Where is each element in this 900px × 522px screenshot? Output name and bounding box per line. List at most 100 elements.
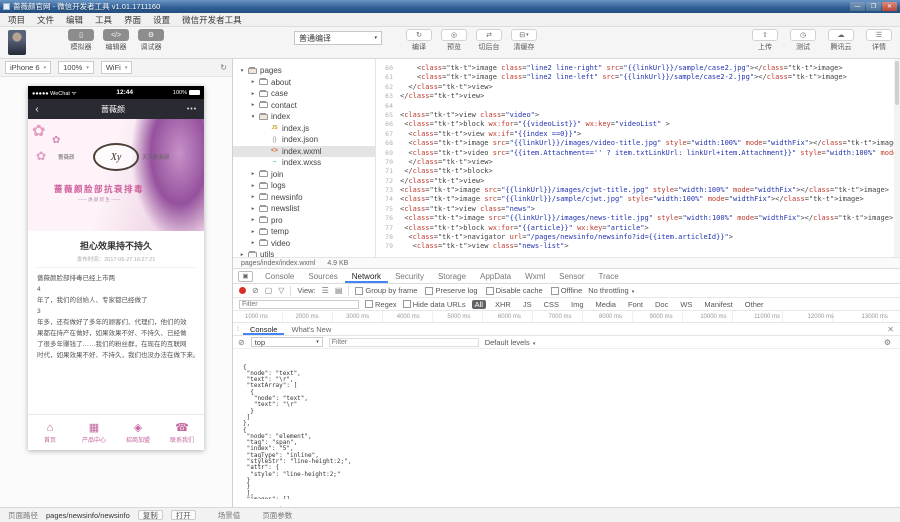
clear-console-icon[interactable]: ⊘ <box>238 338 245 347</box>
console-tab[interactable]: Console <box>243 323 285 335</box>
tree-item-index.wxml[interactable]: <> index.wxml <box>233 145 375 157</box>
network-select[interactable]: WiFi ▾ <box>100 61 133 74</box>
code-line[interactable]: 71 </class="tk-t">block> <box>376 167 900 176</box>
code-line[interactable]: 61 <class="tk-t">image class="line2 line… <box>376 73 900 82</box>
refresh-icon[interactable]: ↻ <box>220 63 227 72</box>
tree-item-index[interactable]: ▾ index <box>233 111 375 123</box>
phone-tab[interactable]: ▦ 产品中心 <box>72 415 116 450</box>
grid-view-icon[interactable]: ▤ <box>335 286 343 295</box>
list-view-icon[interactable]: ☰ <box>322 286 329 295</box>
network-checkbox[interactable]: Offline <box>551 286 583 295</box>
tree-item-video[interactable]: ▸ video <box>233 238 375 250</box>
debugger-tab[interactable]: Wxml <box>518 269 552 283</box>
tree-item-newsinfo[interactable]: ▸ newsinfo <box>233 192 375 204</box>
request-type-chip[interactable]: Other <box>742 300 767 309</box>
tree-item-utils[interactable]: ▸ utils <box>233 249 375 257</box>
expand-arrow-icon[interactable]: ▸ <box>250 183 256 189</box>
maximize-button[interactable]: ❐ <box>866 2 881 11</box>
request-type-chip[interactable]: Media <box>593 300 619 309</box>
expand-arrow-icon[interactable]: ▸ <box>250 171 256 177</box>
toolbar-action-button[interactable]: ☰ 详情 <box>866 29 892 52</box>
tree-item-newslist[interactable]: ▸ newslist <box>233 203 375 215</box>
debugger-tab[interactable]: Trace <box>592 269 626 283</box>
tree-item-temp[interactable]: ▸ temp <box>233 226 375 238</box>
regex-checkbox[interactable]: Regex <box>365 300 397 309</box>
debugger-tab[interactable]: AppData <box>473 269 518 283</box>
toolbar-action-button[interactable]: ↻ 编译 <box>406 29 432 52</box>
tree-item-index.json[interactable]: {} index.json <box>233 134 375 146</box>
throttling-select[interactable]: No throttling ▾ <box>588 286 634 295</box>
menu-item[interactable]: 设置 <box>147 13 176 26</box>
console-tab[interactable]: What's New <box>284 323 338 335</box>
code-line[interactable]: 67 <class="tk-t">view wx:if="{{index ==0… <box>376 130 900 139</box>
scrollbar-thumb[interactable] <box>895 61 899 105</box>
tree-item-join[interactable]: ▸ join <box>233 169 375 181</box>
request-type-chip[interactable]: Manifest <box>701 300 735 309</box>
mode-button[interactable]: </> 编辑器 <box>103 29 129 52</box>
menu-item[interactable]: 微信开发者工具 <box>176 13 248 26</box>
zoom-select[interactable]: 100% ▾ <box>58 61 94 74</box>
expand-arrow-icon[interactable]: ▾ <box>239 68 245 74</box>
code-editor[interactable]: 60 <class="tk-t">image class="line2 line… <box>376 59 900 257</box>
phone-tab[interactable]: ☎ 联系我们 <box>160 415 204 450</box>
menu-item[interactable]: 文件 <box>31 13 60 26</box>
network-checkbox[interactable]: Disable cache <box>486 286 543 295</box>
mode-button[interactable]: ⚙ 调试器 <box>138 29 164 52</box>
tree-item-pro[interactable]: ▸ pro <box>233 215 375 227</box>
copy-path-button[interactable]: 复制 <box>137 510 163 520</box>
toolbar-action-button[interactable]: ⇧ 上传 <box>752 29 778 52</box>
tree-item-about[interactable]: ▸ about <box>233 77 375 89</box>
minimize-button[interactable]: — <box>850 2 865 11</box>
network-filter-input[interactable] <box>239 299 359 309</box>
hide-data-urls-checkbox[interactable]: Hide data URLs <box>403 300 466 309</box>
expand-arrow-icon[interactable]: ▸ <box>250 102 256 108</box>
expand-arrow-icon[interactable]: ▸ <box>250 91 256 97</box>
close-button[interactable]: ✕ <box>882 2 897 11</box>
request-type-chip[interactable]: All <box>471 299 486 309</box>
code-line[interactable]: 76 <class="tk-t">image src="{{linkUrl}}/… <box>376 214 900 223</box>
expand-arrow-icon[interactable]: ▸ <box>250 206 256 212</box>
request-type-chip[interactable]: Font <box>625 300 646 309</box>
phone-tab[interactable]: ⌂ 首页 <box>28 415 72 450</box>
debugger-tab[interactable]: Sensor <box>552 269 591 283</box>
code-line[interactable]: 68 <class="tk-t">image src="{{linkUrl}}/… <box>376 139 900 148</box>
drawer-grip-icon[interactable]: ⁞ <box>233 326 243 333</box>
debugger-tab[interactable]: Sources <box>301 269 344 283</box>
code-line[interactable]: 73 <class="tk-t">image src="{{linkUrl}}/i… <box>376 186 900 195</box>
console-prompt-row[interactable]: › <box>233 499 900 507</box>
expand-arrow-icon[interactable]: ▸ <box>250 194 256 200</box>
phone-tab[interactable]: ◈ 招商加盟 <box>116 415 160 450</box>
expand-arrow-icon[interactable]: ▸ <box>250 229 256 235</box>
filter-funnel-icon[interactable]: ▽ <box>278 286 284 295</box>
console-settings-icon[interactable]: ⚙ <box>884 338 895 347</box>
tree-item-index.js[interactable]: JS index.js <box>233 123 375 135</box>
tree-item-pages[interactable]: ▾ pages <box>233 65 375 77</box>
code-line[interactable]: 64 <box>376 102 900 111</box>
mode-button[interactable]: ▯ 模拟器 <box>68 29 94 52</box>
toolbar-action-button[interactable]: ◎ 预览 <box>441 29 467 52</box>
request-type-chip[interactable]: CSS <box>541 300 562 309</box>
menu-item[interactable]: 编辑 <box>60 13 89 26</box>
code-line[interactable]: 72 </class="tk-t">view> <box>376 177 900 186</box>
tree-item-logs[interactable]: ▸ logs <box>233 180 375 192</box>
code-line[interactable]: 66 <class="tk-t">block wx:for="{{videoLi… <box>376 120 900 129</box>
request-type-chip[interactable]: JS <box>520 300 535 309</box>
menu-item[interactable]: 工具 <box>89 13 118 26</box>
tree-item-index.wxss[interactable]: ~ index.wxss <box>233 157 375 169</box>
expand-arrow-icon[interactable]: ▸ <box>250 240 256 246</box>
code-line[interactable]: 69 <class="tk-t">video src="{{item.Attac… <box>376 149 900 158</box>
toolbar-action-button[interactable]: ⇄ 切后台 <box>476 29 502 52</box>
console-output[interactable]: { "node": "text", "text": "\r", "textArr… <box>233 349 900 499</box>
more-menu-icon[interactable]: ••• <box>180 106 204 113</box>
request-type-chip[interactable]: XHR <box>492 300 514 309</box>
expand-arrow-icon[interactable]: ▾ <box>250 114 256 120</box>
close-drawer-icon[interactable]: ✕ <box>881 325 900 334</box>
code-line[interactable]: 77 <class="tk-t">block wx:for="{{article… <box>376 224 900 233</box>
back-icon[interactable]: ‹ <box>28 104 46 115</box>
code-line[interactable]: 78 <class="tk-t">navigator url="/pages/n… <box>376 233 900 242</box>
menu-item[interactable]: 界面 <box>118 13 147 26</box>
device-toolbar-icon[interactable]: ▣ <box>238 270 253 282</box>
menu-item[interactable]: 项目 <box>2 13 31 26</box>
debugger-tab[interactable]: Storage <box>431 269 473 283</box>
request-type-chip[interactable]: Img <box>568 300 587 309</box>
